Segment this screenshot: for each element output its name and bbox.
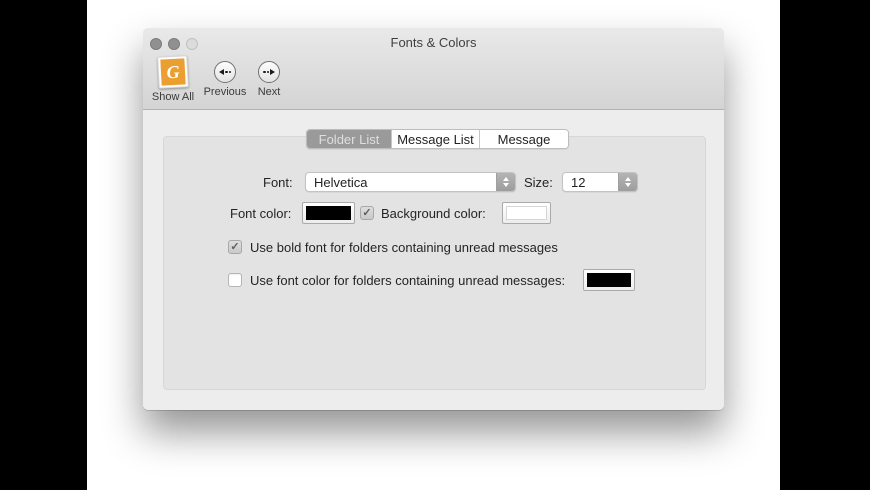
- chevron-up-icon: [503, 177, 509, 181]
- unread-font-color-well[interactable]: [583, 269, 635, 291]
- previous-arrow: [219, 69, 224, 75]
- next-label: Next: [257, 86, 281, 98]
- left-black-bar: [0, 0, 87, 490]
- background-color-checkbox[interactable]: ✓: [360, 206, 374, 220]
- font-dropdown[interactable]: Helvetica: [305, 172, 516, 192]
- size-label: Size:: [524, 175, 553, 190]
- app-icon-letter: G: [160, 58, 186, 86]
- font-color-well[interactable]: [302, 202, 355, 224]
- font-dropdown-value: Helvetica: [314, 174, 368, 190]
- next-arrow: [270, 69, 275, 75]
- use-bold-font-label: Use bold font for folders containing unr…: [250, 240, 558, 255]
- dot: [263, 70, 266, 74]
- previous-icon: [214, 61, 236, 83]
- tab-bar: Folder List Message List Message: [306, 129, 569, 149]
- use-font-color-checkbox[interactable]: [228, 273, 242, 287]
- font-color-swatch: [306, 206, 351, 220]
- show-all-icon: G: [157, 55, 189, 89]
- chevron-down-icon: [625, 183, 631, 187]
- font-label: Font:: [263, 175, 293, 190]
- background-color-well[interactable]: [502, 202, 551, 224]
- unread-font-color-swatch: [587, 273, 631, 287]
- dot: [228, 70, 231, 74]
- show-all-label: Show All: [151, 91, 195, 103]
- previous-label: Previous: [203, 86, 247, 98]
- size-dropdown-value: 12: [571, 174, 586, 190]
- use-bold-font-checkbox[interactable]: ✓: [228, 240, 242, 254]
- font-color-label: Font color:: [230, 206, 292, 221]
- previous-button[interactable]: Previous: [203, 61, 247, 98]
- size-dropdown[interactable]: 12: [562, 172, 638, 192]
- fonts-colors-window: Fonts & Colors G Show All Previous Next: [143, 28, 724, 410]
- show-all-button[interactable]: G Show All: [151, 55, 195, 103]
- dot: [266, 70, 269, 74]
- tab-message-list[interactable]: Message List: [391, 130, 479, 148]
- chevron-down-icon: [503, 183, 509, 187]
- background-color-label: Background color:: [381, 206, 486, 221]
- use-font-color-label: Use font color for folders containing un…: [250, 273, 566, 288]
- chevron-up-down-icon: [496, 173, 515, 191]
- next-button[interactable]: Next: [247, 61, 291, 98]
- window-title: Fonts & Colors: [390, 35, 477, 50]
- tab-message[interactable]: Message: [479, 130, 568, 148]
- dot: [225, 70, 228, 74]
- chevron-up-down-icon: [618, 173, 637, 191]
- checkmark-icon: ✓: [362, 206, 372, 219]
- preferences-content: Folder List Message List Message Font: H…: [143, 111, 724, 410]
- next-icon: [258, 61, 280, 83]
- background-color-swatch: [506, 206, 547, 220]
- tab-folder-list[interactable]: Folder List: [307, 130, 391, 148]
- right-black-bar: [780, 0, 870, 490]
- checkmark-icon: ✓: [230, 240, 240, 253]
- titlebar-toolbar: Fonts & Colors G Show All Previous Next: [143, 28, 724, 110]
- chevron-up-icon: [625, 177, 631, 181]
